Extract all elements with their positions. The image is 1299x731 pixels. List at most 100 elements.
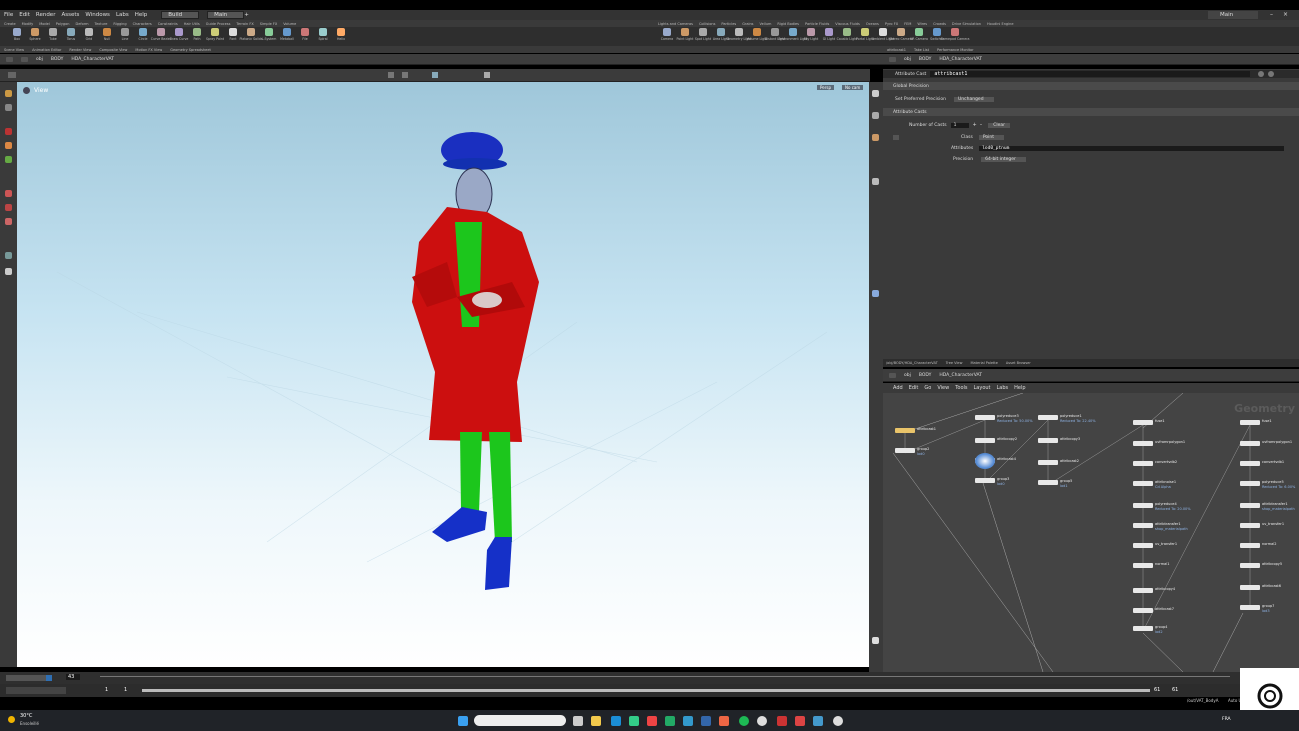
shelf-tab[interactable]: Texture	[95, 22, 108, 26]
tab-performance-monitor[interactable]: Performance Monitor	[937, 48, 974, 52]
tab-material-palette[interactable]: Material Palette	[970, 361, 997, 365]
shelf-tool-icon[interactable]	[265, 28, 273, 36]
network-node[interactable]	[1240, 461, 1260, 466]
shelf-tab[interactable]: Vellum	[760, 22, 772, 26]
range-start-field[interactable]: 1	[124, 687, 127, 693]
shelf-tool-icon[interactable]	[825, 28, 833, 36]
shelf-tool-button[interactable]: Line	[116, 28, 134, 41]
chrome-icon[interactable]	[629, 716, 639, 726]
path-obj[interactable]: obj	[36, 57, 43, 62]
shelf-tool-label[interactable]: L-System	[262, 37, 277, 41]
shelf-tab[interactable]: Rigid Bodies	[777, 22, 799, 26]
snap-tool-icon[interactable]	[5, 252, 12, 259]
network-node[interactable]	[1240, 441, 1260, 446]
global-precision-header[interactable]: Global Precision	[883, 82, 1299, 90]
shelf-tool-label[interactable]: Null	[104, 37, 110, 41]
net-menu-layout[interactable]: Layout	[974, 385, 991, 391]
shelf-tab[interactable]: Collisions	[699, 22, 715, 26]
shelf-tool-button[interactable]: Platonic Solids	[239, 28, 263, 41]
shelf-tool-icon[interactable]	[301, 28, 309, 36]
start-frame-field[interactable]: 1	[105, 687, 108, 693]
taskbar-search-input[interactable]	[474, 715, 566, 726]
node-comment[interactable]: shop_materialpath	[1262, 507, 1295, 511]
shelf-tool-label[interactable]: Torus	[67, 37, 75, 41]
shelf-tab[interactable]: Crowds	[933, 22, 946, 26]
net-path-hda[interactable]: HDA_CharacterVAT	[939, 373, 982, 378]
shelf-tab[interactable]: Grains	[742, 22, 753, 26]
houdini-taskbar-icon[interactable]	[777, 716, 787, 726]
shelf-tab[interactable]: Drive Simulation	[952, 22, 981, 26]
weather-temp[interactable]: 30°C	[20, 713, 32, 719]
tab-attribcast1[interactable]: attribcast1	[887, 48, 906, 52]
network-node[interactable]	[1240, 585, 1260, 590]
shelf-tab[interactable]: Guide Process	[206, 22, 231, 26]
shelf-tool-icon[interactable]	[49, 28, 57, 36]
move-tool-icon[interactable]	[5, 128, 12, 135]
shelf-tool-label[interactable]: Line	[122, 37, 129, 41]
attribute-casts-header[interactable]: Attribute Casts	[883, 108, 1299, 116]
start-icon[interactable]	[458, 716, 468, 726]
net-path-obj[interactable]: obj	[904, 373, 911, 378]
node-name[interactable]: attribcopy4	[1155, 587, 1175, 591]
shelf-tab[interactable]: Wires	[917, 22, 927, 26]
node-name[interactable]: convertvdb1	[1262, 460, 1284, 464]
desktop-main-dropdown[interactable]: Main	[207, 11, 245, 19]
shelf-tool-button[interactable]: Sky Light	[802, 28, 820, 41]
node-name-field[interactable]: attribcast1	[930, 71, 1251, 77]
shelf-tool-button[interactable]: Null	[98, 28, 116, 41]
network-node[interactable]	[1038, 480, 1058, 485]
shelf-tab[interactable]: Rigging	[113, 22, 126, 26]
shading-icon[interactable]	[872, 290, 879, 297]
shelf-tool-icon[interactable]	[699, 28, 707, 36]
node-name[interactable]: group7	[1262, 604, 1274, 608]
shelf-tool-icon[interactable]	[13, 28, 21, 36]
shelf-tool-button[interactable]: Caustic Light	[837, 28, 857, 41]
shelf-tool-icon[interactable]	[915, 28, 923, 36]
node-name[interactable]: polyreduce4	[1155, 502, 1177, 506]
shelf-tool-icon[interactable]	[175, 28, 183, 36]
end-frame-field[interactable]: 61	[1172, 687, 1178, 693]
shelf-tool-icon[interactable]	[247, 28, 255, 36]
network-node[interactable]	[1133, 420, 1153, 425]
shelf-tool-label[interactable]: Circle	[139, 37, 148, 41]
brush-tool-icon[interactable]	[5, 218, 12, 225]
app-icon-4[interactable]	[795, 716, 805, 726]
shelf-tool-button[interactable]: Draw Curve	[170, 28, 188, 41]
node-name[interactable]: uvfromrpolygon1	[1262, 440, 1292, 444]
gear-icon[interactable]	[1258, 71, 1265, 77]
shelf-tool-label[interactable]: Sphere	[29, 37, 40, 41]
back-arrow-icon[interactable]	[6, 56, 13, 62]
shelf-tool-label[interactable]: Path	[193, 37, 200, 41]
shelf-tab[interactable]: Polygon	[56, 22, 70, 26]
desktop-build-dropdown[interactable]: Build	[161, 11, 200, 19]
node-comment[interactable]: lod3	[1262, 609, 1270, 613]
mail-icon[interactable]	[701, 716, 711, 726]
node-name[interactable]: uv_transfer1	[1262, 522, 1284, 526]
shelf-tool-button[interactable]: Curve Bezier	[151, 28, 171, 41]
menu-render[interactable]: Render	[36, 12, 56, 18]
remove-cast-minus-icon[interactable]: –	[980, 122, 983, 128]
app-icon-1[interactable]	[665, 716, 675, 726]
shelf-tool-button[interactable]: Path	[188, 28, 206, 41]
menu-assets[interactable]: Assets	[61, 12, 79, 18]
node-name[interactable]: fuse1	[1262, 419, 1272, 423]
scene-viewport[interactable]: View Persp No cam	[17, 82, 869, 667]
display-options-icon[interactable]	[872, 90, 879, 97]
shelf-tool-label[interactable]: Draw Curve	[170, 37, 189, 41]
pose-tool-icon[interactable]	[5, 204, 12, 211]
shelf-tool-button[interactable]: Stereo Camera	[889, 28, 913, 41]
node-name[interactable]: normal1	[1155, 562, 1170, 566]
current-frame-field[interactable]: 43	[66, 674, 81, 680]
network-node[interactable]	[1038, 438, 1058, 443]
shelf-tool-button[interactable]: Point Light	[676, 28, 694, 41]
add-desktop-plus-icon[interactable]: +	[244, 12, 249, 18]
snapshot-icon[interactable]	[484, 72, 490, 78]
net-menu-tools[interactable]: Tools	[955, 385, 967, 391]
range-end-field[interactable]: 61	[1154, 687, 1160, 693]
class-dropdown[interactable]: Point	[978, 134, 1005, 140]
node-comment[interactable]: lod2	[1155, 630, 1163, 634]
shelf-tool-icon[interactable]	[735, 28, 743, 36]
shelf-tool-icon[interactable]	[843, 28, 851, 36]
tab-scene-view[interactable]: Scene View	[4, 48, 24, 52]
node-comment[interactable]: Cd Alpha	[1155, 485, 1171, 489]
